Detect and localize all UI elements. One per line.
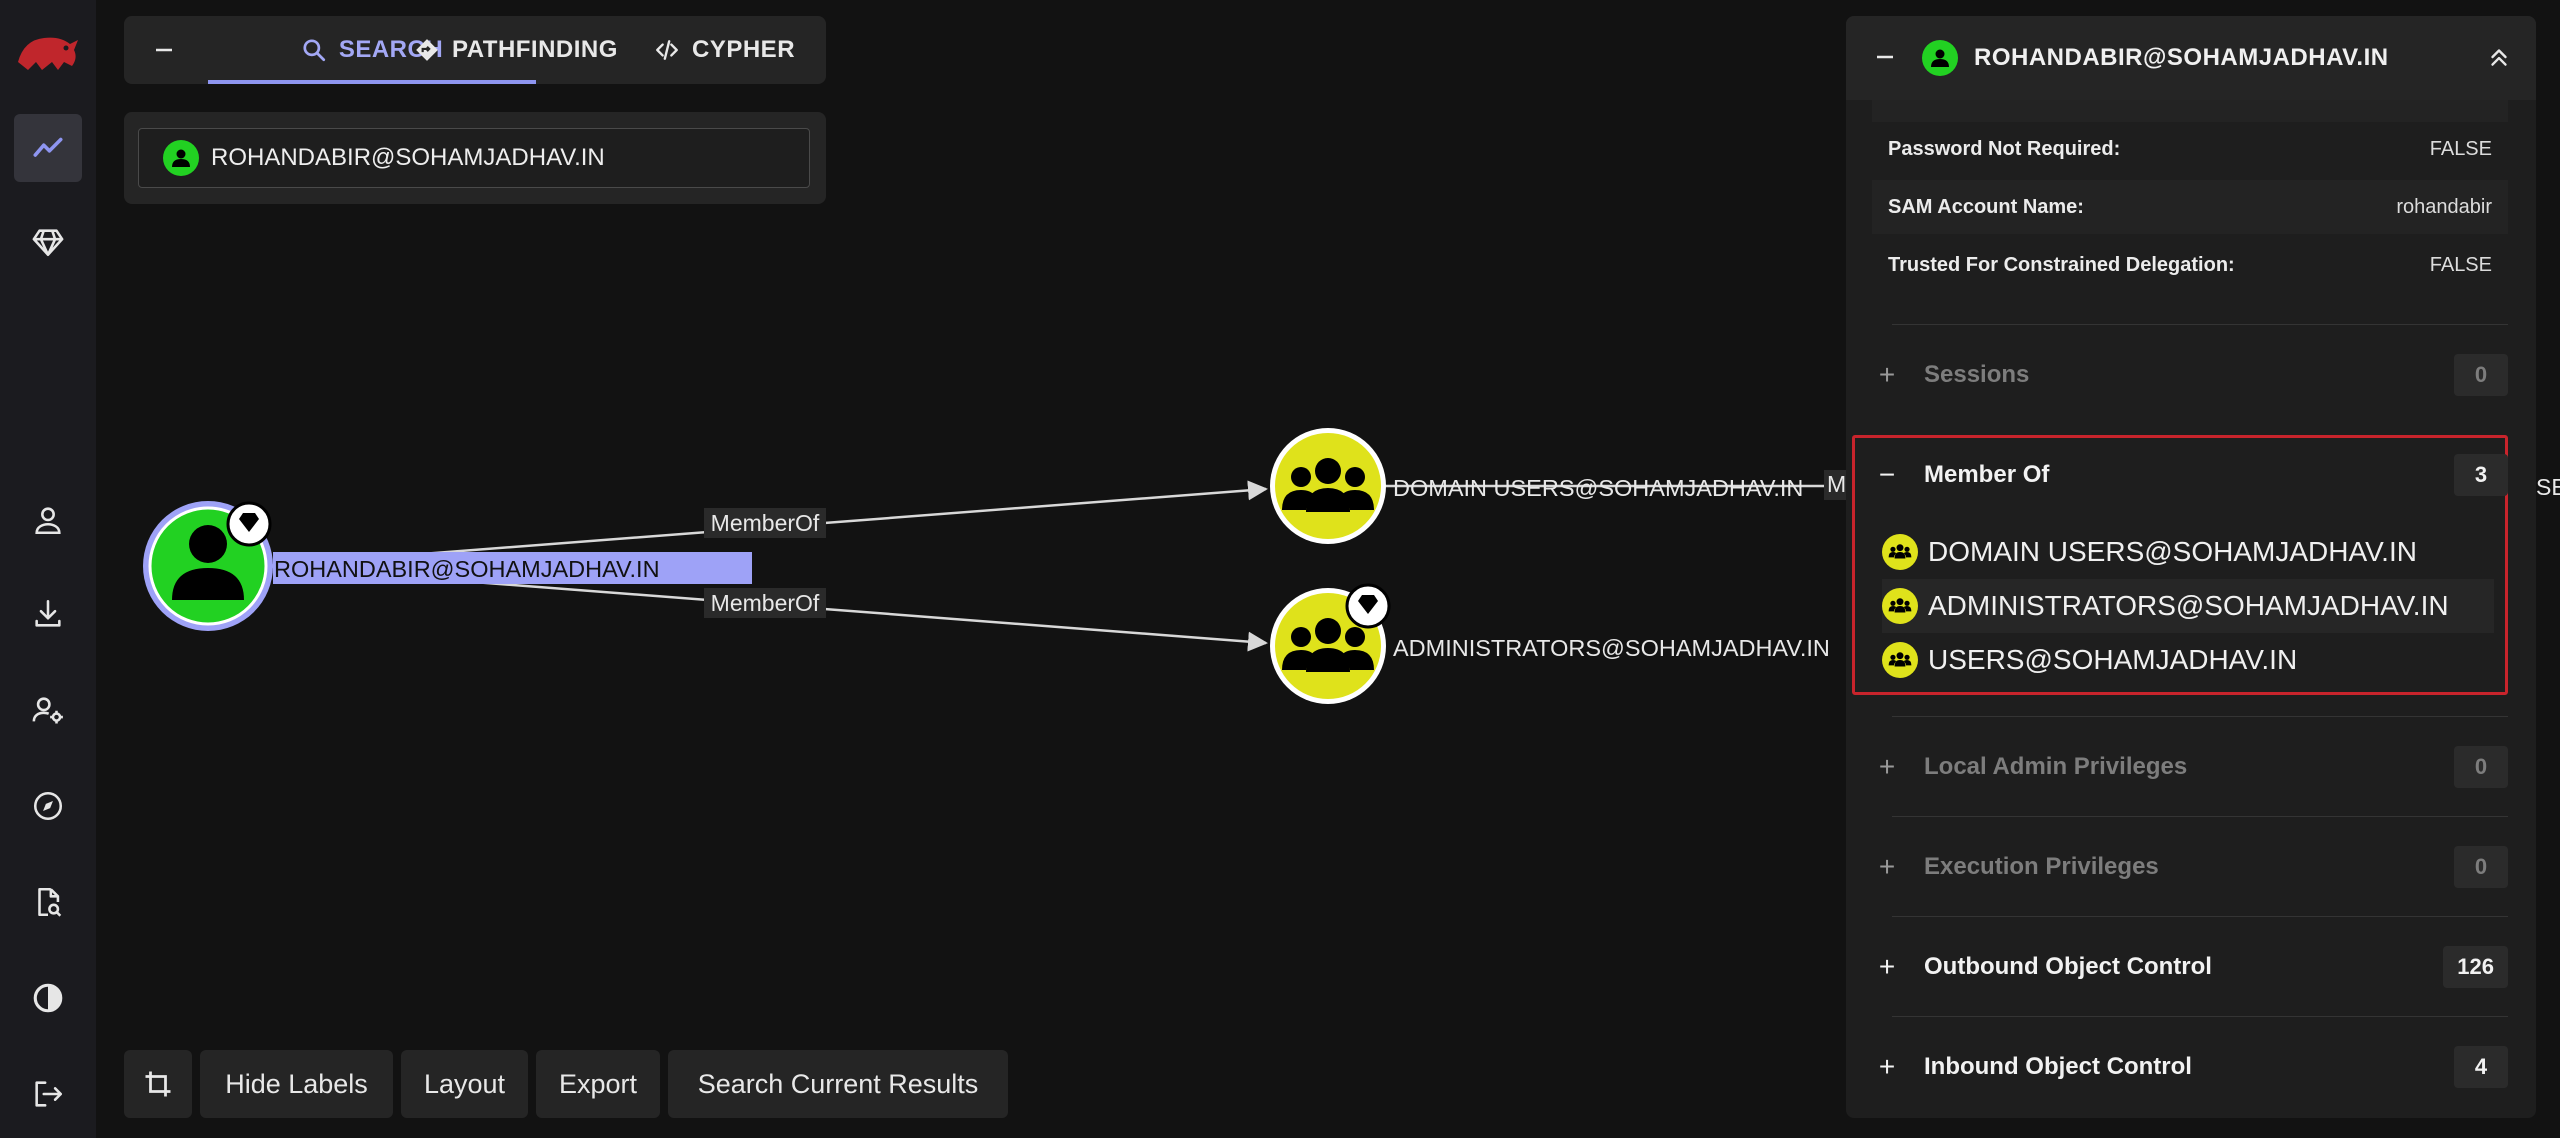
bloodhound-logo[interactable] [14, 22, 82, 78]
section-local-admin-privileges[interactable]: + Local Admin Privileges 0 [1872, 736, 2508, 798]
divider [1892, 1016, 2508, 1017]
search-input-value: ROHANDABIR@SOHAMJADHAV.IN [211, 144, 605, 171]
user-node[interactable] [143, 501, 273, 631]
search-current-results-button[interactable]: Search Current Results [668, 1050, 1008, 1118]
section-label: Outbound Object Control [1924, 953, 2212, 980]
section-count: 0 [2454, 846, 2508, 888]
diamond-arrow-icon [416, 39, 438, 61]
member-of-item[interactable]: USERS@SOHAMJADHAV.IN [1882, 633, 2494, 687]
user-gear-icon[interactable] [14, 676, 82, 744]
section-count: 126 [2443, 946, 2508, 988]
collapse-button[interactable] [150, 36, 178, 64]
download-icon[interactable] [14, 580, 82, 648]
user-node-icon [163, 140, 199, 176]
offscreen-node-label[interactable]: SE [2536, 474, 2560, 501]
chevrons-up-icon[interactable] [2482, 40, 2516, 74]
user-node-label[interactable]: ROHANDABIR@SOHAMJADHAV.IN [274, 556, 660, 582]
property-value: FALSE [2429, 137, 2492, 160]
property-key: Trusted For Constrained Delegation: [1888, 253, 2235, 276]
member-of-name: DOMAIN USERS@SOHAMJADHAV.IN [1928, 536, 2417, 567]
search-tabs-panel: SEARCH PATHFINDING CYPHER [124, 16, 826, 84]
section-label: Sessions [1924, 361, 2030, 388]
edge-label-text: MemberOf [711, 510, 820, 536]
edge-label-offscreen[interactable]: M [1824, 470, 1846, 500]
gem-icon[interactable] [14, 208, 82, 276]
divider [1892, 816, 2508, 817]
section-count: 3 [2454, 454, 2508, 496]
file-search-icon[interactable] [14, 868, 82, 936]
collapse-icon: − [1878, 459, 1896, 490]
section-label: Local Admin Privileges [1924, 753, 2188, 780]
section-label: Execution Privileges [1924, 853, 2159, 880]
code-icon [656, 40, 678, 60]
property-key: SAM Account Name: [1888, 195, 2084, 218]
tab-cypher[interactable]: CYPHER [654, 16, 795, 84]
left-sidebar [0, 0, 96, 1138]
export-button[interactable]: Export [536, 1050, 660, 1118]
compass-icon[interactable] [14, 772, 82, 840]
property-row: Password Not Required: FALSE [1872, 122, 2508, 176]
crop-icon [145, 1071, 171, 1097]
property-row-partial [1872, 100, 2508, 122]
expand-icon: + [1878, 751, 1896, 782]
section-count: 0 [2454, 746, 2508, 788]
group-node-label[interactable]: ADMINISTRATORS@SOHAMJADHAV.IN [1393, 635, 1830, 661]
group-node-administrators[interactable] [1270, 583, 1391, 704]
user-icon[interactable] [14, 486, 82, 554]
divider [1892, 716, 2508, 717]
layout-button[interactable]: Layout [401, 1050, 528, 1118]
logout-icon[interactable] [14, 1060, 82, 1128]
edge-label-text: MemberOf [711, 590, 820, 616]
property-value: rohandabir [2396, 195, 2492, 218]
member-of-item[interactable]: ADMINISTRATORS@SOHAMJADHAV.IN [1882, 579, 2494, 633]
section-sessions[interactable]: + Sessions 0 [1872, 344, 2508, 406]
edge-label[interactable]: MemberOf [704, 508, 826, 538]
entity-panel-header: ROHANDABIR@SOHAMJADHAV.IN [1846, 16, 2536, 100]
group-node-domain-users[interactable] [1270, 428, 1386, 544]
tab-pathfinding-label: PATHFINDING [452, 36, 618, 63]
contrast-icon[interactable] [14, 964, 82, 1032]
section-outbound-object-control[interactable]: + Outbound Object Control 126 [1872, 936, 2508, 998]
group-icon [1882, 534, 1918, 570]
property-key: Password Not Required: [1888, 137, 2121, 160]
member-of-name: USERS@SOHAMJADHAV.IN [1928, 644, 2298, 675]
group-icon [1882, 588, 1918, 624]
high-value-gem-icon [1345, 583, 1391, 629]
member-of-item[interactable]: DOMAIN USERS@SOHAMJADHAV.IN [1882, 525, 2494, 579]
edge-label[interactable]: MemberOf [704, 588, 826, 618]
divider [1892, 916, 2508, 917]
section-count: 4 [2454, 1046, 2508, 1088]
section-execution-privileges[interactable]: + Execution Privileges 0 [1872, 836, 2508, 898]
hide-labels-button[interactable]: Hide Labels [200, 1050, 393, 1118]
entity-info-panel: ROHANDABIR@SOHAMJADHAV.IN Password Not R… [1846, 16, 2536, 1118]
user-node-icon [1922, 40, 1958, 76]
section-member-of[interactable]: − Member Of 3 [1872, 444, 2508, 506]
tab-pathfinding[interactable]: PATHFINDING [414, 16, 618, 84]
expand-icon: + [1878, 951, 1896, 982]
member-of-name: ADMINISTRATORS@SOHAMJADHAV.IN [1928, 590, 2449, 621]
property-row: SAM Account Name: rohandabir [1872, 180, 2508, 234]
section-count: 0 [2454, 354, 2508, 396]
expand-icon: + [1878, 1051, 1896, 1082]
high-value-gem-icon [226, 501, 272, 547]
group-node-label[interactable]: DOMAIN USERS@SOHAMJADHAV.IN [1393, 475, 1803, 501]
search-icon [303, 39, 325, 62]
property-row: Trusted For Constrained Delegation: FALS… [1872, 238, 2508, 292]
property-value: FALSE [2429, 253, 2492, 276]
section-label: Member Of [1924, 461, 2050, 488]
expand-icon: + [1878, 851, 1896, 882]
search-panel: ROHANDABIR@SOHAMJADHAV.IN [124, 112, 826, 204]
section-inbound-object-control[interactable]: + Inbound Object Control 4 [1872, 1036, 2508, 1098]
edge-label-cut-text: M [1827, 471, 1846, 497]
collapse-panel-button[interactable] [1872, 44, 1898, 70]
divider [1892, 324, 2508, 325]
entity-panel-title: ROHANDABIR@SOHAMJADHAV.IN [1974, 44, 2389, 71]
section-label: Inbound Object Control [1924, 1053, 2192, 1080]
expand-icon: + [1878, 359, 1896, 390]
search-input[interactable]: ROHANDABIR@SOHAMJADHAV.IN [138, 128, 810, 188]
tab-cypher-label: CYPHER [692, 36, 796, 63]
graph-explore-icon[interactable] [14, 114, 82, 182]
crop-button[interactable] [124, 1050, 192, 1118]
group-icon [1882, 642, 1918, 678]
